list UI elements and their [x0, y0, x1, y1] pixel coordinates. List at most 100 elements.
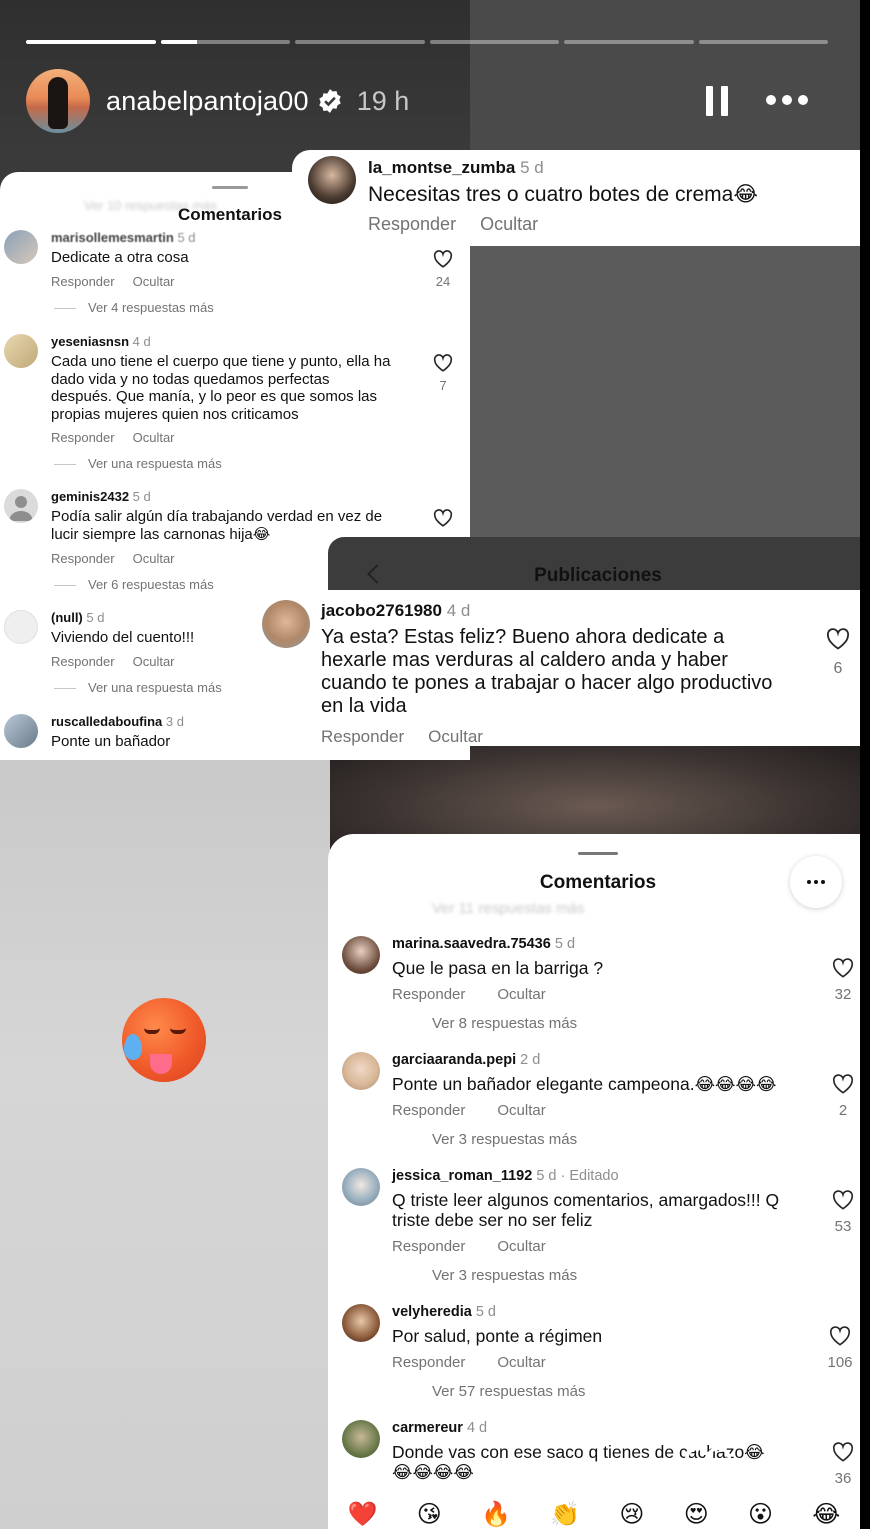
comment-username[interactable]: marisollemesmartin 5 d	[51, 230, 196, 245]
like-button[interactable]: 24	[429, 250, 457, 289]
comment-actions: Responder Ocultar	[368, 214, 556, 235]
comments-panel-right: Ver 11 respuestas más Comentarios marina…	[328, 834, 860, 1529]
reaction-emoji[interactable]: 😢	[619, 1500, 644, 1529]
drag-handle[interactable]	[578, 852, 618, 855]
like-button[interactable]: 106	[820, 1326, 860, 1371]
comment-username[interactable]: marina.saavedra.75436 5 d	[392, 936, 575, 952]
comment-username[interactable]: yeseniasnsn 4 d	[51, 334, 151, 349]
reaction-emoji[interactable]: 😘	[417, 1500, 442, 1529]
view-more-replies[interactable]: Ver 8 respuestas más	[432, 1015, 577, 1032]
comment-username[interactable]: la_montse_zumba 5 d	[368, 158, 544, 178]
hide-button[interactable]: Ocultar	[133, 430, 175, 445]
reaction-emoji[interactable]: 😮	[748, 1500, 773, 1529]
like-count: 2	[838, 1102, 848, 1119]
like-count: 24	[435, 274, 451, 289]
profile-avatar[interactable]	[26, 69, 90, 133]
comment-text: Que le pasa en la barriga ?	[392, 958, 604, 978]
comment: garciaaranda.pepi 2 d Ponte un bañador e…	[342, 1052, 860, 1152]
like-button[interactable]: 32	[828, 958, 858, 1003]
avatar[interactable]	[342, 1420, 380, 1458]
drag-handle[interactable]	[212, 186, 248, 189]
reaction-emoji[interactable]: 😂	[812, 1500, 840, 1529]
like-button[interactable]: 7	[429, 354, 457, 393]
avatar[interactable]	[4, 230, 38, 264]
hide-button[interactable]: Ocultar	[497, 1102, 545, 1119]
like-count: 32	[834, 986, 852, 1003]
like-button[interactable]: 36	[828, 1442, 858, 1487]
like-count: 106	[827, 1354, 853, 1371]
hide-button[interactable]: Ocultar	[133, 274, 175, 289]
view-more-replies[interactable]: Ver una respuesta más	[54, 456, 222, 471]
reaction-emoji[interactable]: 😍	[684, 1500, 709, 1529]
reaction-emoji[interactable]: 👏	[550, 1500, 580, 1529]
reply-button[interactable]: Responder	[51, 551, 115, 566]
profile-username[interactable]: anabelpantoja00	[106, 86, 309, 117]
hide-button[interactable]: Ocultar	[497, 986, 545, 1003]
more-options-icon[interactable]	[790, 856, 842, 908]
reply-button[interactable]: Responder	[392, 1354, 465, 1371]
reply-button[interactable]: Responder	[368, 214, 456, 234]
background-gray	[0, 760, 330, 1529]
send-icon[interactable]	[762, 1446, 810, 1492]
view-more-replies[interactable]: Ver 57 respuestas más	[432, 1383, 585, 1400]
comment-text: Ponte un bañador elegante campeona.😂😂😂😂	[392, 1074, 777, 1094]
comment-username[interactable]: velyheredia 5 d	[392, 1304, 496, 1320]
like-button[interactable]: 53	[828, 1190, 858, 1235]
reaction-emoji[interactable]: ❤️	[348, 1500, 378, 1529]
comment-actions: Responder Ocultar	[392, 986, 564, 1003]
hide-button[interactable]: Ocultar	[428, 727, 483, 746]
like-story-heart-icon[interactable]	[682, 1446, 734, 1492]
comment-actions: Responder Ocultar	[321, 727, 501, 747]
reply-button[interactable]: Responder	[392, 1102, 465, 1119]
avatar[interactable]	[308, 156, 356, 204]
progress-segment	[429, 40, 559, 44]
reaction-bar: ❤️ 😘 🔥 👏 😢 😍 😮 😂	[328, 1500, 860, 1529]
reply-button[interactable]: Responder	[51, 274, 115, 289]
avatar[interactable]	[262, 600, 310, 648]
comment-username[interactable]: (null) 5 d	[51, 610, 104, 625]
comment-actions: Responder Ocultar	[392, 1102, 564, 1119]
hide-button[interactable]: Ocultar	[133, 654, 175, 669]
reply-button[interactable]: Responder	[392, 986, 465, 1003]
hide-button[interactable]: Ocultar	[133, 551, 175, 566]
reply-button[interactable]: Responder	[321, 727, 404, 746]
avatar[interactable]	[4, 714, 38, 748]
comment-username[interactable]: ruscalledaboufina 3 d	[51, 714, 184, 729]
view-more-replies[interactable]: Ver una respuesta más	[54, 680, 222, 695]
heart-icon	[826, 628, 850, 650]
avatar[interactable]	[342, 1052, 380, 1090]
progress-segment	[564, 40, 694, 44]
comment-text: Q triste leer algunos comentarios, amarg…	[392, 1190, 780, 1230]
progress-segment	[26, 40, 156, 44]
pause-icon[interactable]	[706, 86, 728, 116]
avatar[interactable]	[4, 334, 38, 368]
view-more-replies[interactable]: Ver 4 respuestas más	[54, 300, 214, 315]
reaction-emoji[interactable]: 🔥	[481, 1500, 511, 1529]
avatar-placeholder[interactable]	[4, 489, 38, 523]
reply-button[interactable]: Responder	[51, 430, 115, 445]
comment: velyheredia 5 d Por salud, ponte a régim…	[342, 1304, 860, 1404]
avatar[interactable]	[342, 1168, 380, 1206]
comment-username[interactable]: jessica_roman_1192 5 d · Editado	[392, 1168, 619, 1184]
heart-icon	[829, 1326, 851, 1346]
reply-button[interactable]: Responder	[51, 654, 115, 669]
comment-username[interactable]: garciaaranda.pepi 2 d	[392, 1052, 540, 1068]
like-button[interactable]: 2	[828, 1074, 858, 1119]
avatar[interactable]	[342, 936, 380, 974]
comment-username[interactable]: jacobo2761980 4 d	[321, 601, 470, 621]
view-more-replies[interactable]: Ver 3 respuestas más	[432, 1131, 577, 1148]
like-button[interactable]	[429, 509, 457, 527]
hide-button[interactable]: Ocultar	[497, 1238, 545, 1255]
comment: la_montse_zumba 5 d Necesitas tres o cua…	[292, 150, 860, 246]
view-more-replies[interactable]: Ver 6 respuestas más	[54, 577, 214, 592]
avatar-placeholder[interactable]	[4, 610, 38, 644]
hide-button[interactable]: Ocultar	[480, 214, 538, 234]
comment-username[interactable]: geminis2432 5 d	[51, 489, 151, 504]
view-more-replies[interactable]: Ver 3 respuestas más	[432, 1267, 577, 1284]
like-button[interactable]: 6	[824, 628, 852, 678]
avatar[interactable]	[342, 1304, 380, 1342]
reply-button[interactable]: Responder	[392, 1238, 465, 1255]
more-options-icon[interactable]	[766, 92, 810, 108]
hide-button[interactable]: Ocultar	[497, 1354, 545, 1371]
comment-username[interactable]: carmereur 4 d	[392, 1420, 487, 1436]
